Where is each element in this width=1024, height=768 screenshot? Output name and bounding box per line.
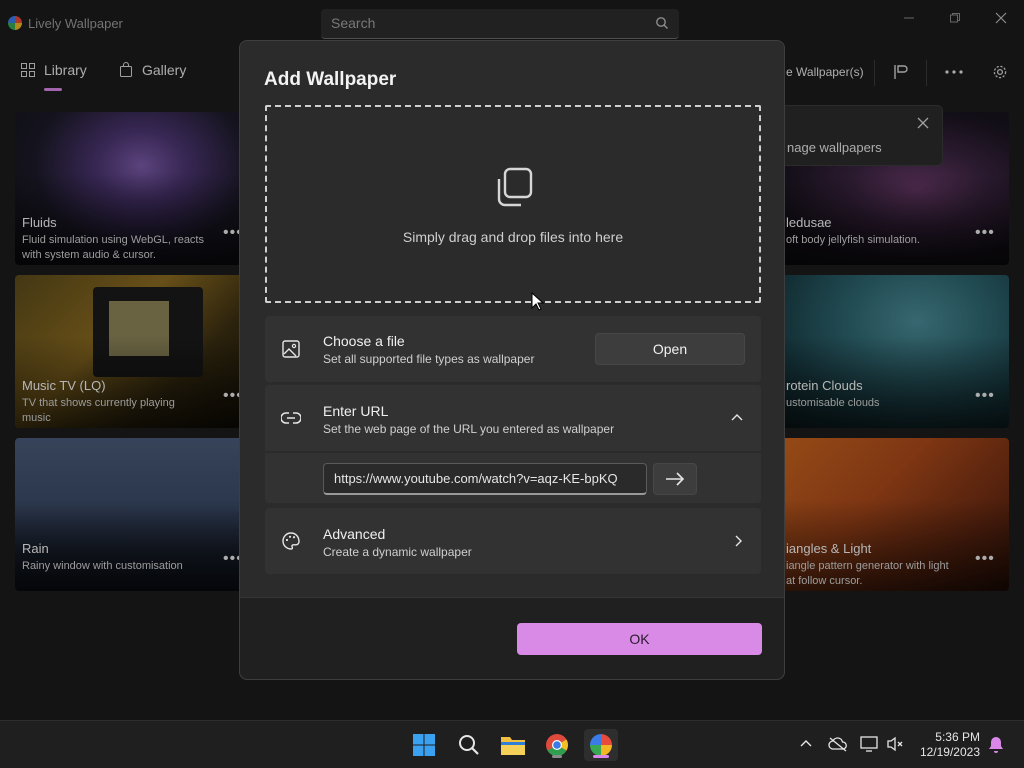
- enter-url-title: Enter URL: [323, 403, 389, 419]
- active-indicator: [593, 755, 609, 758]
- clock-time: 5:36 PM: [935, 730, 980, 744]
- chevron-right-icon: [735, 535, 742, 547]
- advanced-title: Advanced: [323, 526, 386, 542]
- folder-icon: [501, 737, 525, 755]
- dialog-title: Add Wallpaper: [264, 69, 397, 90]
- volume-muted-icon[interactable]: [886, 736, 904, 752]
- notification-bell-icon[interactable]: [988, 736, 1004, 754]
- network-icon[interactable]: [860, 736, 878, 752]
- enter-url-subtitle: Set the web page of the URL you entered …: [323, 422, 615, 436]
- search-icon: [459, 735, 479, 755]
- add-wallpaper-dialog: Add Wallpaper Simply drag and drop files…: [239, 40, 785, 680]
- clock-date: 12/19/2023: [919, 745, 980, 759]
- url-input-row: [265, 453, 761, 503]
- windows-icon: [413, 734, 435, 756]
- submit-url-button[interactable]: [653, 463, 697, 495]
- taskbar: 5:36 PM 12/19/2023: [0, 720, 1024, 768]
- copy-files-icon: [497, 167, 533, 207]
- lively-icon: [590, 734, 612, 756]
- advanced-row[interactable]: Advanced Create a dynamic wallpaper: [265, 508, 761, 574]
- palette-icon: [282, 532, 300, 550]
- choose-file-subtitle: Set all supported file types as wallpape…: [323, 352, 535, 366]
- chevron-up-icon[interactable]: [800, 739, 812, 747]
- url-input[interactable]: [323, 463, 647, 495]
- arrow-right-icon: [666, 472, 685, 486]
- choose-file-row: Choose a file Set all supported file typ…: [265, 316, 761, 382]
- advanced-subtitle: Create a dynamic wallpaper: [323, 545, 472, 559]
- drop-zone-text: Simply drag and drop files into here: [402, 229, 624, 245]
- open-button[interactable]: Open: [595, 333, 745, 365]
- onedrive-offline-icon[interactable]: [828, 736, 848, 752]
- mouse-cursor-icon: [531, 292, 545, 311]
- lively-taskbar-button[interactable]: [584, 729, 618, 761]
- taskbar-search-button[interactable]: [452, 729, 486, 761]
- link-icon: [281, 412, 301, 424]
- choose-file-title: Choose a file: [323, 333, 405, 349]
- running-indicator: [552, 755, 562, 758]
- file-explorer-button[interactable]: [496, 729, 530, 761]
- enter-url-row[interactable]: Enter URL Set the web page of the URL yo…: [265, 385, 761, 451]
- image-icon: [282, 340, 300, 358]
- ok-button[interactable]: OK: [517, 623, 762, 655]
- drop-zone[interactable]: Simply drag and drop files into here: [265, 105, 761, 303]
- chrome-icon: [546, 734, 568, 756]
- chrome-button[interactable]: [540, 729, 574, 761]
- clock[interactable]: 5:36 PM 12/19/2023: [920, 730, 980, 760]
- start-button[interactable]: [407, 729, 441, 761]
- chevron-up-icon[interactable]: [731, 413, 743, 421]
- dialog-footer: OK: [240, 597, 784, 679]
